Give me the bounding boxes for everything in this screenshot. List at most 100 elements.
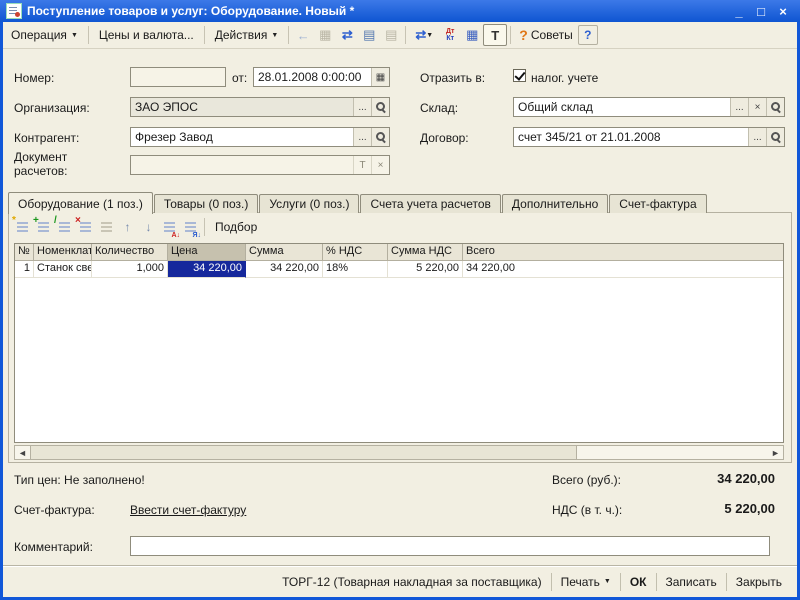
total-value: 34 220,00 — [717, 471, 775, 486]
text-toggle-icon[interactable]: T — [483, 24, 508, 46]
settlement-doc-input[interactable]: Т × — [130, 155, 390, 175]
cell-nomenclature[interactable]: Станок све... — [34, 261, 92, 278]
chevron-down-icon: ▼ — [70, 31, 78, 39]
type-select-button[interactable]: Т — [353, 156, 371, 174]
cell-total[interactable]: 34 220,00 — [463, 261, 783, 278]
add-copy-icon[interactable]: + — [33, 215, 54, 237]
dtkt-postings-icon[interactable]: Дт Кт — [439, 25, 461, 45]
column-header-total[interactable]: Всего — [463, 244, 783, 261]
operation-menu-button[interactable]: Операция ▼ — [4, 25, 85, 45]
cell-sum[interactable]: 34 220,00 — [246, 261, 323, 278]
comment-label: Комментарий: — [14, 540, 93, 554]
maximize-button[interactable]: □ — [750, 4, 772, 19]
tab-invoice[interactable]: Счет-фактура — [609, 194, 707, 213]
toolbar-separator — [203, 26, 205, 44]
counterparty-input[interactable]: Фрезер Завод ... — [130, 127, 390, 147]
column-header-price[interactable]: Цена — [168, 244, 246, 261]
tab-settlement-accounts[interactable]: Счета учета расчетов — [360, 194, 501, 213]
tips-icon: ? — [519, 27, 528, 43]
number-input[interactable] — [130, 67, 226, 87]
rows-icon — [17, 222, 28, 232]
rows-icon — [164, 222, 175, 232]
edit-row-icon[interactable]: / — [54, 216, 75, 237]
cell-row-number[interactable]: 1 — [15, 261, 34, 278]
back-icon: ← — [296, 27, 310, 43]
calendar-button[interactable]: ▦ — [371, 68, 389, 86]
close-button[interactable]: × — [772, 4, 794, 19]
scroll-left-button[interactable]: ◄ — [15, 446, 30, 459]
cell-quantity[interactable]: 1,000 — [92, 261, 168, 278]
close-window-button[interactable]: Закрыть — [727, 571, 791, 593]
cell-vat-percent[interactable]: 18% — [323, 261, 388, 278]
ellipsis-button[interactable]: ... — [748, 128, 766, 146]
search-button[interactable] — [371, 98, 389, 116]
delete-row-icon[interactable]: × — [75, 216, 96, 237]
add-row-icon[interactable]: * — [12, 216, 33, 237]
organization-input[interactable]: ЗАО ЭПОС ... — [130, 97, 390, 117]
tab-goods[interactable]: Товары (0 поз.) — [153, 194, 259, 213]
post-document-icon[interactable]: ▤ — [358, 25, 380, 45]
column-header-quantity[interactable]: Количество — [92, 244, 168, 261]
report-icon[interactable]: ▦ — [461, 25, 483, 45]
dt-label: Дт — [446, 28, 455, 35]
move-up-icon[interactable]: ↑ — [117, 217, 138, 237]
move-down-icon[interactable]: ↓ — [138, 217, 159, 237]
clear-button[interactable]: × — [748, 98, 766, 116]
document-window: Поступление товаров и услуг: Оборудовани… — [0, 0, 800, 600]
prices-currency-button[interactable]: Цены и валюта... — [92, 25, 201, 45]
column-header-sum[interactable]: Сумма — [246, 244, 323, 261]
column-header-vat-sum[interactable]: Сумма НДС — [388, 244, 463, 261]
copy-badge: + — [33, 215, 39, 226]
contract-input[interactable]: счет 345/21 от 21.01.2008 ... — [513, 127, 785, 147]
column-header-number[interactable]: № — [15, 244, 34, 261]
equipment-table: № Номенклат... Количество Цена Сумма % Н… — [14, 243, 784, 443]
tab-additional[interactable]: Дополнительно — [501, 194, 609, 213]
clear-button[interactable]: × — [371, 156, 389, 174]
tab-equipment[interactable]: Оборудование (1 поз.) — [8, 192, 153, 214]
toolbar-separator — [204, 218, 205, 236]
date-input[interactable]: 28.01.2008 0:00:00 ▦ — [253, 67, 390, 87]
pick-button[interactable]: Подбор — [208, 217, 264, 237]
ellipsis-button[interactable]: ... — [353, 128, 371, 146]
toolbar-separator — [87, 26, 89, 44]
enter-invoice-link[interactable]: Ввести счет-фактуру — [130, 503, 246, 517]
ellipsis-button[interactable]: ... — [730, 98, 748, 116]
help-button[interactable]: ? — [577, 25, 598, 45]
rows-icon — [185, 222, 196, 232]
column-header-nomenclature[interactable]: Номенклат... — [34, 244, 92, 261]
actions-menu-button[interactable]: Действия ▼ — [208, 25, 286, 45]
scrollbar-thumb[interactable] — [30, 446, 577, 459]
bottom-button-bar: ТОРГ-12 (Товарная накладная за поставщик… — [3, 565, 797, 597]
window-border-left — [0, 22, 3, 600]
comment-input[interactable] — [130, 536, 770, 556]
number-value — [131, 68, 225, 86]
cell-vat-sum[interactable]: 5 220,00 — [388, 261, 463, 278]
torg12-button[interactable]: ТОРГ-12 (Товарная накладная за поставщик… — [273, 571, 550, 593]
search-button[interactable] — [766, 98, 784, 116]
horizontal-scrollbar[interactable]: ◄ ► — [14, 445, 784, 460]
title-bar: Поступление товаров и услуг: Оборудовани… — [0, 0, 800, 22]
cell-price-selected[interactable]: 34 220,00 — [168, 261, 246, 278]
kt-label: Кт — [446, 35, 455, 42]
tab-services[interactable]: Услуги (0 поз.) — [259, 194, 360, 213]
sort-desc-icon[interactable]: Я↓ — [180, 217, 201, 239]
tips-button[interactable]: ? Советы — [514, 25, 578, 45]
minimize-button[interactable]: _ — [728, 4, 750, 19]
save-button[interactable]: Записать — [657, 571, 726, 593]
scrollbar-track[interactable] — [577, 446, 768, 459]
settlement-doc-value — [131, 156, 353, 174]
ok-button[interactable]: ОК — [621, 571, 656, 593]
scroll-right-button[interactable]: ► — [768, 446, 783, 459]
goto-button[interactable]: ⇄ ▼ — [409, 25, 439, 45]
search-button[interactable] — [766, 128, 784, 146]
warehouse-input[interactable]: Общий склад ... × — [513, 97, 785, 117]
refresh-icon[interactable]: ⇄ — [336, 25, 358, 45]
print-button[interactable]: Печать ▼ — [552, 571, 620, 593]
sort-asc-icon[interactable]: А↓ — [159, 217, 180, 239]
warehouse-label: Склад: — [420, 101, 459, 115]
ellipsis-button[interactable]: ... — [353, 98, 371, 116]
column-header-vat-percent[interactable]: % НДС — [323, 244, 388, 261]
search-button[interactable] — [371, 128, 389, 146]
magnifier-icon — [770, 102, 781, 112]
tax-accounting-checkbox[interactable] — [513, 69, 526, 82]
